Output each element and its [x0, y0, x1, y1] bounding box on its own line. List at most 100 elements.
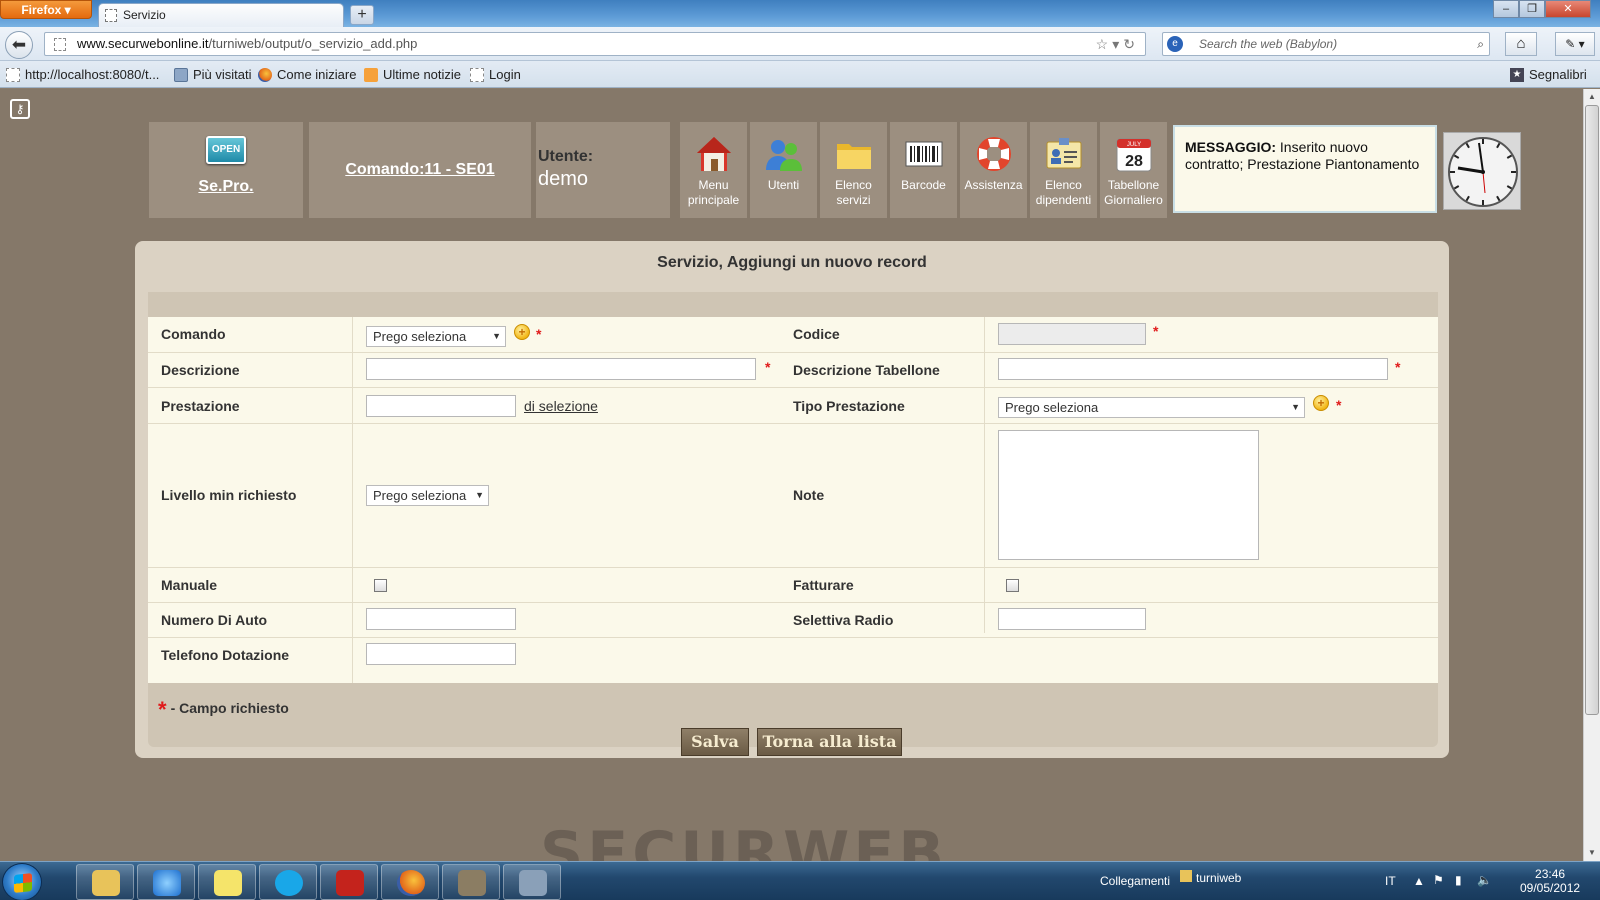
firefox-icon [397, 870, 425, 896]
scroll-down-icon[interactable]: ▼ [1584, 845, 1600, 861]
note-textarea[interactable] [998, 430, 1259, 560]
home-icon: ⌂ [1516, 35, 1526, 52]
new-tab-button[interactable]: + [350, 5, 374, 25]
descrizione-tabellone-input[interactable] [998, 358, 1388, 380]
action-center-flag-icon[interactable]: ⚑ [1433, 873, 1444, 887]
address-bar[interactable]: www.securwebonline.it/turniweb/output/o_… [44, 32, 1146, 56]
fatturare-checkbox[interactable] [1006, 579, 1019, 592]
di-selezione-link[interactable]: di selezione [524, 398, 598, 414]
home-button[interactable]: ⌂ [1505, 32, 1537, 56]
tabellone-giornaliero-button[interactable]: JULY 28 Tabellone Giornaliero [1100, 122, 1167, 218]
add-tipo-prestazione-icon[interactable]: + [1313, 395, 1329, 411]
blank-page-icon [6, 68, 20, 82]
bookmarks-menu[interactable]: ★ Segnalibri [1510, 66, 1587, 83]
row-prestazione: Prestazione di selezione Tipo Prestazion… [148, 387, 1438, 423]
back-to-list-button[interactable]: Torna alla lista [757, 728, 902, 756]
firefox-icon [258, 68, 272, 82]
tab-servizio[interactable]: Servizio [98, 3, 344, 27]
house-icon [696, 137, 731, 171]
tipo-prestazione-select[interactable]: Prego seleziona ▼ [998, 397, 1305, 418]
barcode-button[interactable]: Barcode [890, 122, 957, 218]
required-mark: * [765, 359, 771, 375]
livello-select[interactable]: Prego seleziona ▼ [366, 485, 489, 506]
svg-text:28: 28 [1125, 153, 1143, 170]
selettiva-radio-input[interactable] [998, 608, 1146, 630]
language-indicator[interactable]: IT [1385, 874, 1396, 888]
descrizione-input[interactable] [366, 358, 756, 380]
taskbar-filezilla[interactable] [320, 864, 378, 900]
network-icon[interactable]: ▮ [1455, 873, 1462, 887]
logo-block[interactable]: OPEN Se.Pro. [149, 122, 303, 218]
search-icon[interactable]: ⌕ [1477, 33, 1484, 55]
navigation-bar: ⬅ www.securwebonline.it/turniweb/output/… [0, 27, 1600, 61]
elenco-servizi-button[interactable]: Elenco servizi [820, 122, 887, 218]
turniweb-folder[interactable]: turniweb [1180, 870, 1241, 885]
tab-title: Servizio [123, 8, 166, 22]
utenti-button[interactable]: Utenti [750, 122, 817, 218]
scroll-thumb[interactable] [1585, 105, 1599, 715]
addon-button[interactable]: ✎ ▾ [1555, 32, 1595, 56]
telefono-input[interactable] [366, 643, 516, 665]
rss-icon [364, 68, 378, 82]
comando-select[interactable]: Prego seleziona ▼ [366, 326, 506, 347]
add-comando-icon[interactable]: + [514, 324, 530, 340]
volume-icon[interactable]: 🔈 [1477, 873, 1492, 887]
tray-expand-icon[interactable]: ▲ [1413, 874, 1425, 888]
taskbar-gimp[interactable] [442, 864, 500, 900]
taskbar-ie[interactable] [137, 864, 195, 900]
folder-icon [174, 68, 188, 82]
bookmark-come-iniziare[interactable]: Come iniziare [258, 66, 356, 83]
dropdown-arrow-icon: ▼ [475, 490, 484, 500]
taskbar-usb[interactable] [503, 864, 561, 900]
vertical-scrollbar[interactable]: ▲ ▼ [1583, 89, 1600, 861]
folder-icon [836, 144, 871, 169]
back-button[interactable]: ⬅ [5, 31, 33, 59]
blank-page-icon [470, 68, 484, 82]
clock-icon [1448, 137, 1518, 207]
bookmark-login[interactable]: Login [470, 66, 521, 83]
restore-button[interactable]: ❐ [1519, 0, 1545, 18]
save-button[interactable]: Salva [681, 728, 749, 756]
menu-principale-button[interactable]: Menu principale [680, 122, 747, 218]
securweb-watermark: SECURWEB [540, 819, 949, 861]
comando-link[interactable]: Comando:11 - SE01 [309, 122, 531, 218]
taskbar-explorer[interactable] [76, 864, 134, 900]
logo-name-link[interactable]: Se.Pro. [149, 178, 303, 196]
required-mark: * [1395, 359, 1401, 375]
prestazione-input[interactable] [366, 395, 516, 417]
page-content: ⚷ OPEN Se.Pro. Comando:11 - SE01 Utente:… [0, 89, 1583, 861]
bookmark-star-icon[interactable]: ☆ [1096, 36, 1113, 52]
dropdown-arrow-icon[interactable]: ▾ [1112, 36, 1123, 52]
bookmark-piu-visitati[interactable]: Più visitati [174, 66, 252, 83]
system-clock[interactable]: 23:46 09/05/2012 [1520, 867, 1580, 895]
close-window-button[interactable]: ✕ [1545, 0, 1591, 18]
taskbar-skype[interactable] [259, 864, 317, 900]
bookmark-ultime-notizie[interactable]: Ultime notizie [364, 66, 461, 83]
required-legend: * - Campo richiesto [158, 697, 289, 722]
search-placeholder: Search the web (Babylon) [1199, 37, 1338, 51]
search-engine-icon[interactable]: e [1167, 36, 1183, 52]
assistenza-button[interactable]: Assistenza [960, 122, 1027, 218]
form-title: Servizio, Aggiungi un nuovo record [657, 254, 927, 271]
taskbar-notes[interactable] [198, 864, 256, 900]
key-icon[interactable]: ⚷ [10, 99, 30, 119]
search-bar[interactable]: e Search the web (Babylon) ⌕ [1162, 32, 1490, 56]
manuale-checkbox[interactable] [374, 579, 387, 592]
row-livello: Livello min richiesto Prego seleziona ▼ N… [148, 423, 1438, 567]
back-arrow-icon: ⬅ [11, 35, 27, 54]
taskbar-firefox[interactable] [381, 864, 439, 900]
minimize-button[interactable]: – [1493, 0, 1519, 18]
scroll-up-icon[interactable]: ▲ [1584, 89, 1600, 105]
windows-taskbar: Collegamenti turniweb IT ▲ ⚑ ▮ 🔈 23:46 0… [0, 861, 1600, 900]
codice-input[interactable] [998, 323, 1146, 345]
svg-text:JULY: JULY [1126, 142, 1140, 148]
start-button[interactable] [2, 863, 42, 900]
reload-icon[interactable]: ↻ [1123, 36, 1139, 52]
bookmark-localhost[interactable]: http://localhost:8080/t... [6, 66, 159, 83]
elenco-dipendenti-button[interactable]: Elenco dipendenti [1030, 122, 1097, 218]
firefox-menu-button[interactable]: Firefox ▾ [0, 0, 92, 19]
required-mark: * [1336, 397, 1342, 413]
links-toolbar[interactable]: Collegamenti [1100, 874, 1170, 888]
numero-auto-input[interactable] [366, 608, 516, 630]
skype-icon [275, 870, 303, 896]
